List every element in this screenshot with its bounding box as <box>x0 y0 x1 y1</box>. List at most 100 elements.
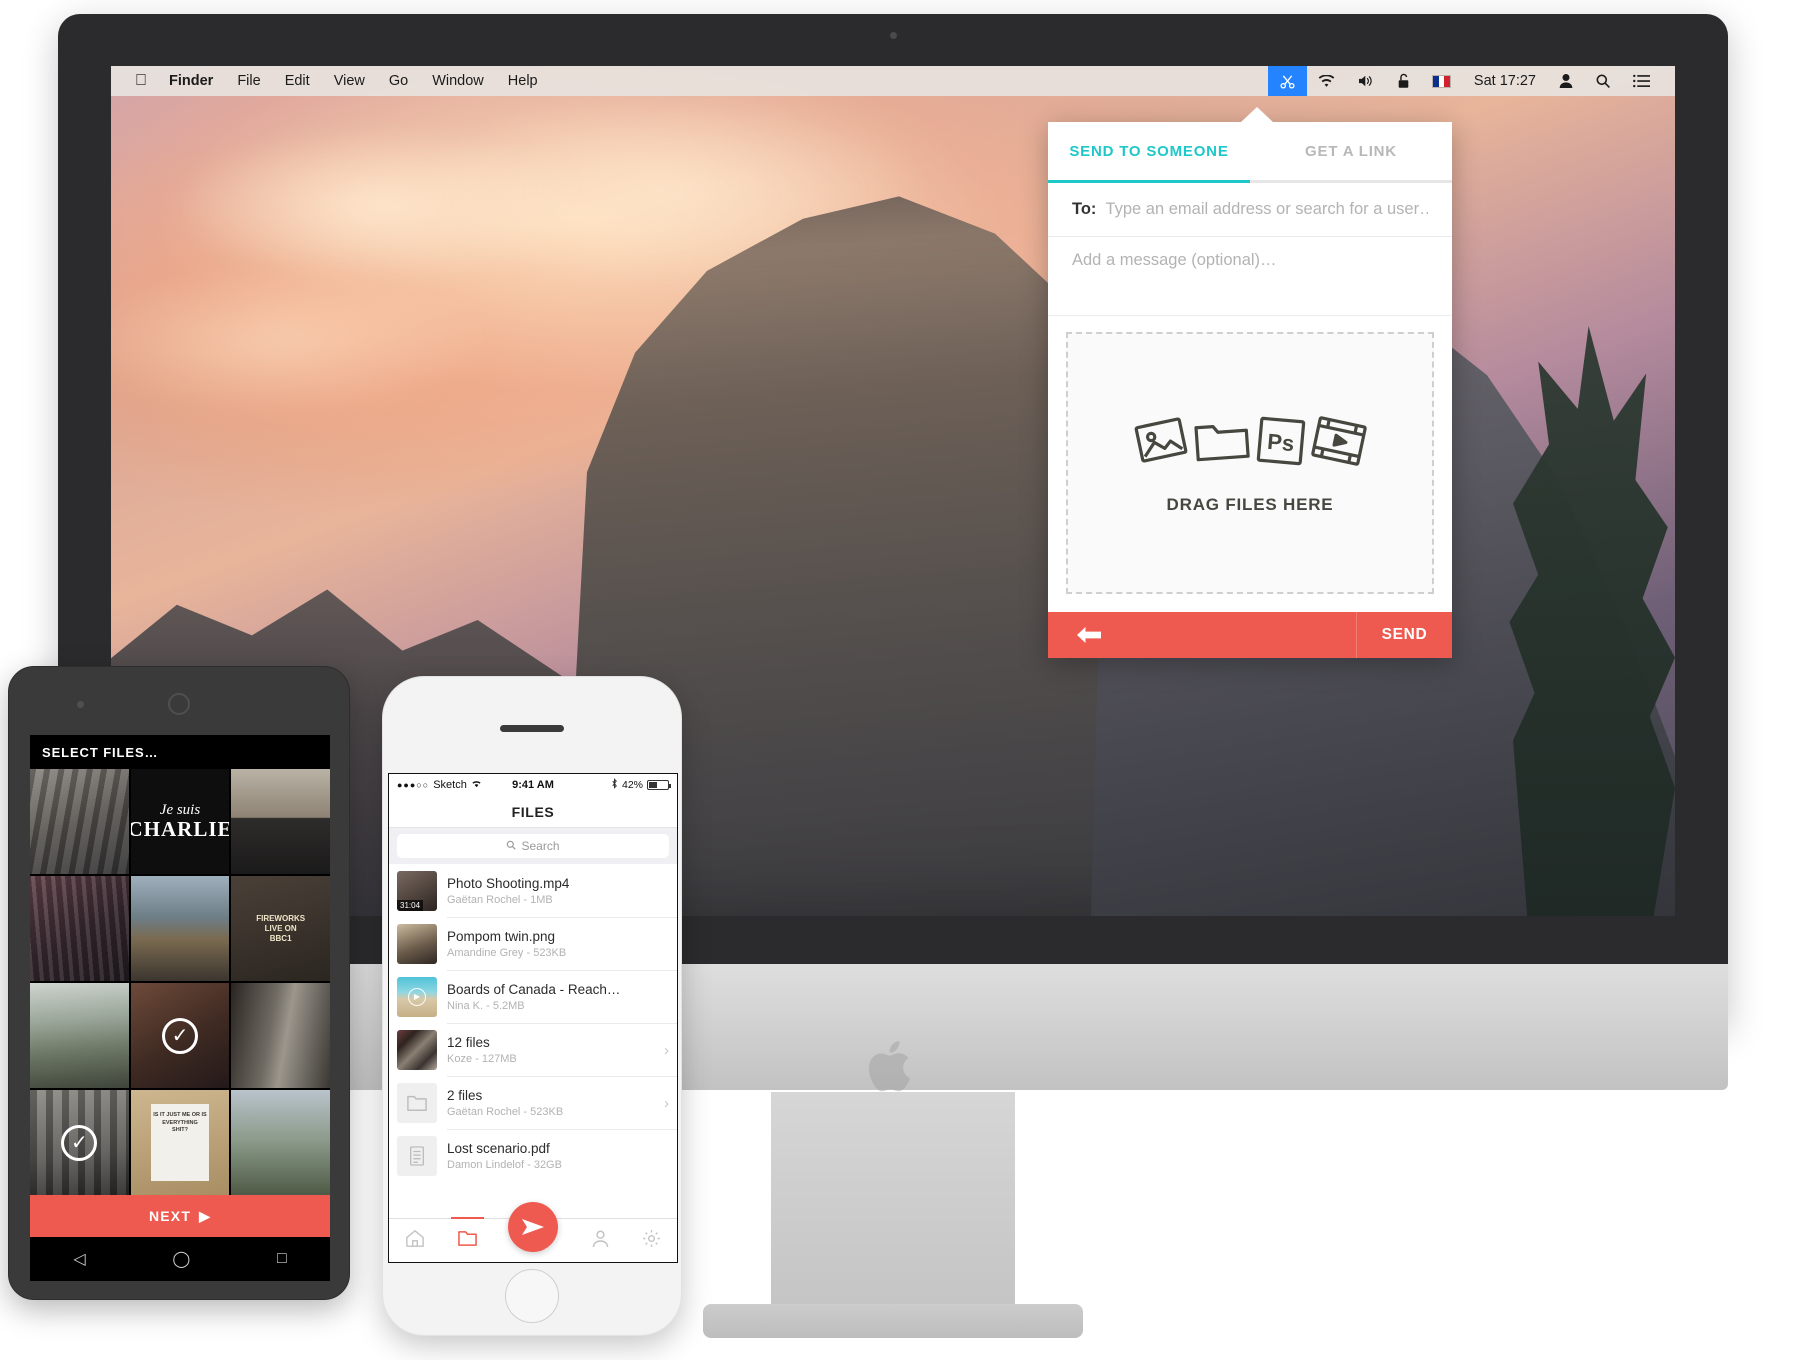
scissors-icon[interactable] <box>1267 66 1307 96</box>
video-thumb: 31:04 <box>397 870 437 911</box>
search-placeholder: Search <box>521 839 560 853</box>
menu-item-finder[interactable]: Finder <box>157 66 225 96</box>
duration-badge: 31:04 <box>397 899 424 911</box>
send-fab-button[interactable] <box>508 1202 558 1252</box>
back-arrow-icon <box>1077 627 1101 643</box>
back-icon[interactable]: ◁ <box>73 1249 85 1269</box>
grid-cell-alley-photo[interactable] <box>231 983 330 1088</box>
recipient-input[interactable] <box>1105 200 1428 219</box>
charlie-line2: CHARLIE <box>130 817 230 842</box>
video-icon <box>1311 414 1367 473</box>
home-icon[interactable]: ◯ <box>172 1249 190 1269</box>
dropzone-icons: Ps <box>1133 412 1367 473</box>
list-item[interactable]: 12 files Koze - 127MB › <box>389 1023 677 1076</box>
next-button[interactable]: NEXT ▶ <box>30 1195 330 1237</box>
thumb <box>231 769 330 874</box>
grid-cell-building-photo[interactable]: ✓ <box>30 1090 129 1195</box>
macos-menubar[interactable]:  Finder File Edit View Go Window Help <box>111 66 1675 96</box>
list-item[interactable]: 2 files Gaëtan Rochel - 523KB › <box>389 1076 677 1129</box>
menu-item-view[interactable]: View <box>322 66 377 96</box>
back-button[interactable] <box>1048 612 1130 658</box>
iphone-device: ●●●○○ Sketch 9:41 AM 42% FILES Search 31… <box>382 676 682 1336</box>
grid-cell-crowd-photo[interactable] <box>30 876 129 981</box>
user-icon[interactable] <box>1548 73 1584 89</box>
search-icon <box>506 839 517 853</box>
list-item-text: Pompom twin.png Amandine Grey - 523KB <box>447 929 669 959</box>
image-thumb <box>397 923 437 964</box>
list-item-text: Photo Shooting.mp4 Gaëtan Rochel - 1MB <box>447 876 669 906</box>
list-icon[interactable] <box>1622 74 1661 88</box>
menu-item-window[interactable]: Window <box>420 66 496 96</box>
grid-cell-sunset-photo[interactable] <box>30 983 129 1088</box>
chevron-right-icon: › <box>664 1041 669 1059</box>
tab-settings[interactable] <box>642 1229 661 1253</box>
poster-line3: SHIT? <box>172 1127 188 1134</box>
signal-dots: ●●●○○ <box>397 780 430 790</box>
grid-cell-poster-photo[interactable]: IS IT JUST ME OR IS EVERYTHING SHIT? <box>130 1090 230 1195</box>
grid-cell-fireworks-photo[interactable]: FIREWORKS LIVE ON BBC1 <box>231 876 330 981</box>
menu-item-edit[interactable]: Edit <box>273 66 322 96</box>
apple-icon[interactable]:  <box>125 67 157 95</box>
folder-icon <box>457 1230 477 1246</box>
fireworks-line2: LIVE ON <box>264 923 297 933</box>
dropzone-label: DRAG FILES HERE <box>1166 494 1334 514</box>
iphone-home-button[interactable] <box>505 1269 559 1323</box>
tab-send-to-someone[interactable]: SEND TO SOMEONE <box>1048 122 1250 180</box>
grid-cell-park-photo[interactable] <box>231 1090 330 1195</box>
thumb-texture <box>30 876 129 981</box>
poster-caption: IS IT JUST ME OR IS EVERYTHING SHIT? <box>131 1090 230 1195</box>
tab-get-a-link[interactable]: GET A LINK <box>1250 122 1452 180</box>
menu-item-file[interactable]: File <box>225 66 272 96</box>
search-icon[interactable] <box>1584 73 1622 89</box>
menubar-clock[interactable]: Sat 17:27 <box>1462 73 1548 89</box>
imac-camera <box>889 32 897 39</box>
list-item-text: Boards of Canada - Reach… Nina K. - 5.2M… <box>447 982 669 1012</box>
volume-icon[interactable] <box>1346 74 1386 88</box>
send-button[interactable]: SEND <box>1356 612 1452 658</box>
android-navbar[interactable]: ◁ ◯ □ <box>30 1237 330 1281</box>
search-input[interactable]: Search <box>397 834 669 858</box>
apple-logo-icon <box>868 1041 911 1092</box>
grid-cell-je-suis-charlie[interactable]: Je suis CHARLIE <box>130 769 230 874</box>
screenshot-stage:  Finder File Edit View Go Window Help <box>0 0 1800 1360</box>
file-sub: Gaëtan Rochel - 523KB <box>447 1106 564 1118</box>
fireworks-line3: BBC1 <box>269 933 292 943</box>
file-list: 31:04 Photo Shooting.mp4 Gaëtan Rochel -… <box>389 864 677 1182</box>
bluetooth-icon <box>611 778 618 792</box>
list-item[interactable]: ▶ Boards of Canada - Reach… Nina K. - 5.… <box>389 970 677 1023</box>
lock-icon[interactable] <box>1386 73 1421 89</box>
recipient-row: To: <box>1048 183 1452 237</box>
iphone-clock: 9:41 AM <box>512 779 554 791</box>
image-icon <box>1133 412 1189 473</box>
list-item[interactable]: 31:04 Photo Shooting.mp4 Gaëtan Rochel -… <box>389 864 677 917</box>
document-thumb <box>397 1135 437 1176</box>
french-flag-icon[interactable] <box>1421 74 1462 88</box>
tab-home[interactable] <box>405 1229 425 1253</box>
dropzone-wrapper: Ps DRAG FILES HERE <box>1048 315 1452 612</box>
recents-icon[interactable]: □ <box>277 1250 287 1268</box>
menu-item-help[interactable]: Help <box>496 66 550 96</box>
list-item[interactable]: Lost scenario.pdf Damon Lindelof - 32GB <box>389 1129 677 1182</box>
thumb <box>130 876 230 981</box>
grid-cell-canal-photo[interactable] <box>130 876 230 981</box>
tab-profile[interactable] <box>591 1229 610 1253</box>
tab-files[interactable] <box>450 1216 484 1253</box>
menubar-status-area: Sat 17:27 <box>1267 66 1675 96</box>
status-right: 42% <box>611 778 671 792</box>
list-item-text: 12 files Koze - 127MB <box>447 1035 658 1065</box>
iphone-earpiece <box>500 725 564 732</box>
message-input[interactable] <box>1072 251 1428 307</box>
grid-cell-street-photo[interactable] <box>30 769 129 874</box>
list-item[interactable]: Pompom twin.png Amandine Grey - 523KB <box>389 917 677 970</box>
file-name: Pompom twin.png <box>447 929 556 944</box>
thumb <box>30 983 129 1088</box>
grid-cell-houses-photo[interactable] <box>231 769 330 874</box>
message-area <box>1048 237 1452 315</box>
play-icon: ▶ <box>199 1207 212 1224</box>
imac-stand-neck <box>771 1092 1015 1312</box>
list-item-meta: Photo Shooting.mp4 Gaëtan Rochel - 1MB <box>447 864 677 917</box>
menu-item-go[interactable]: Go <box>377 66 420 96</box>
grid-cell-portrait-photo[interactable]: ✓ <box>130 983 230 1088</box>
wifi-icon[interactable] <box>1307 74 1346 88</box>
file-dropzone[interactable]: Ps DRAG FILES HERE <box>1066 332 1434 594</box>
